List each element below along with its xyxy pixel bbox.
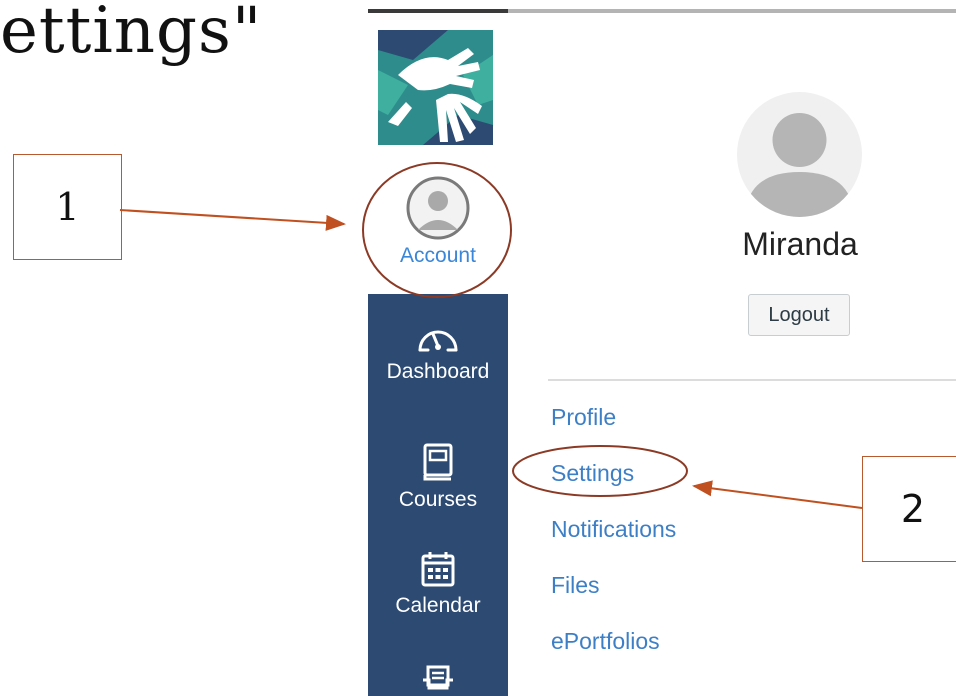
account-highlight-circle bbox=[362, 162, 512, 298]
annotation-layer bbox=[119, 162, 863, 509]
settings-highlight-ellipse bbox=[512, 445, 688, 497]
callout-1-arrow bbox=[119, 209, 346, 231]
callout-2-arrow bbox=[692, 480, 863, 509]
